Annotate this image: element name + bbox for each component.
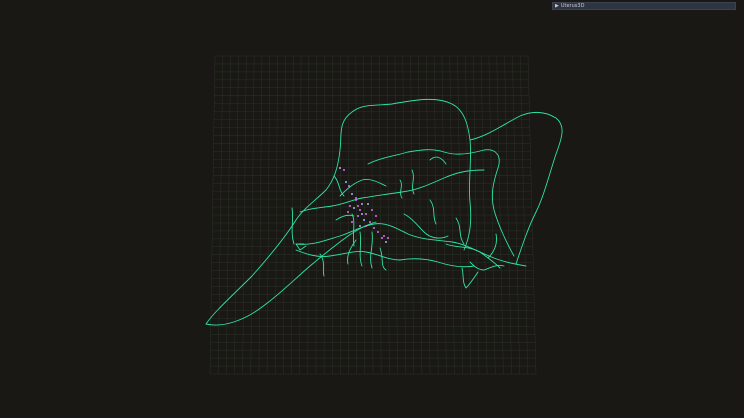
marker-point (367, 203, 369, 205)
gui-folder-title: Uterus3D (560, 3, 585, 9)
gui-folder-header[interactable]: ▶ Uterus3D (552, 2, 736, 10)
marker-point (365, 225, 367, 227)
tract-path (295, 223, 527, 267)
marker-point (349, 205, 351, 207)
marker-point (357, 205, 359, 207)
marker-point (369, 221, 371, 223)
marker-point (383, 235, 385, 237)
marker-point (351, 221, 353, 223)
marker-point (375, 215, 377, 217)
ground-grid (209, 55, 537, 375)
tract-path (205, 98, 472, 325)
marker-point (351, 193, 353, 195)
marker-point (361, 213, 363, 215)
marker-point (355, 197, 357, 199)
marker-point (348, 185, 350, 187)
marker-point (359, 209, 361, 211)
marker-point (365, 213, 367, 215)
tract-path (461, 267, 479, 289)
tract-path (367, 149, 515, 257)
tract-path (379, 247, 387, 271)
tract-path (399, 179, 403, 199)
marker-point (355, 199, 357, 201)
tract-path (429, 199, 437, 225)
marker-point (359, 225, 361, 227)
tract-path (335, 214, 355, 221)
tract-path (205, 221, 377, 326)
marker-point (385, 241, 387, 243)
tract-path (359, 231, 363, 267)
marker-point (339, 167, 341, 169)
triangle-right-icon: ▶ (555, 3, 559, 9)
tract-path (469, 261, 505, 271)
marker-point (373, 227, 375, 229)
marker-point (377, 231, 379, 233)
marker-point (381, 237, 383, 239)
marker-point (343, 169, 345, 171)
marker-point (361, 203, 363, 205)
marker-point (371, 209, 373, 211)
scene-canvas[interactable] (0, 0, 744, 418)
marker-point (363, 219, 365, 221)
marker-point (347, 211, 349, 213)
tract-path (351, 213, 355, 247)
tract-paths (205, 98, 563, 326)
marker-point (387, 237, 389, 239)
tract-path (487, 233, 497, 259)
tract-path (403, 213, 449, 239)
marker-point (357, 215, 359, 217)
marker-point (345, 181, 347, 183)
marker-point (353, 207, 355, 209)
3d-viewport[interactable] (0, 0, 744, 418)
